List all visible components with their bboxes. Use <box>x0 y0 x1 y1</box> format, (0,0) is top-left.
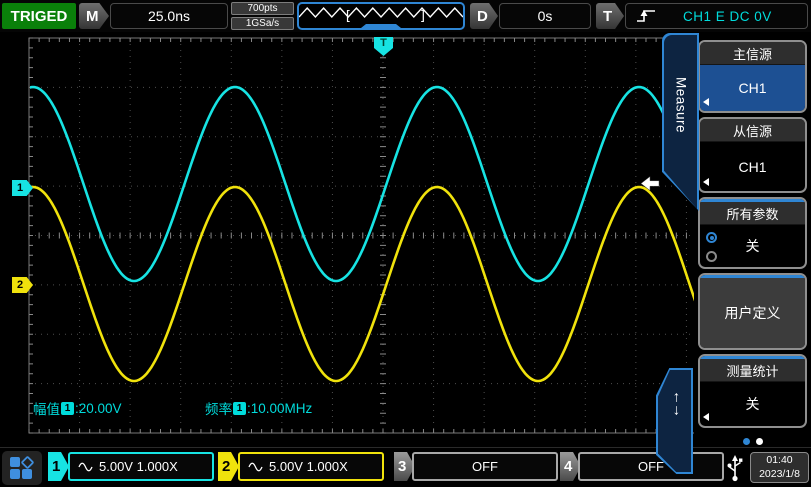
svg-text:]: ] <box>419 9 427 24</box>
measurement-amp-channel-chip: 1 <box>61 402 74 415</box>
menu-item-slave-source[interactable]: 从信源 CH1 <box>698 117 807 193</box>
menu-page-scroll-tab[interactable]: ↑ ↓ <box>656 368 693 474</box>
waveform-display-area: T 1 2 幅值 1 :20.00V 频率 1 :10.00MHz 主信源 CH… <box>0 32 811 447</box>
all-params-selected: 关 <box>746 236 760 256</box>
ac-coupling-icon <box>248 462 263 472</box>
side-menu-panel: 主信源 CH1 从信源 CH1 所有参数 <box>694 32 811 447</box>
trigger-source-text: CH1 E DC 0V <box>683 9 772 24</box>
rising-edge-icon <box>635 8 659 24</box>
main-source-selected: CH1 <box>738 80 766 96</box>
date-text: 2023/1/8 <box>759 468 800 482</box>
ch3-settings-box[interactable]: OFF <box>412 452 558 481</box>
ch2-badge[interactable]: 2 <box>218 452 239 481</box>
ch2-settings-box[interactable]: 5.00V 1.000X <box>238 452 384 481</box>
all-params-value[interactable]: 关 <box>700 225 805 267</box>
measurement-amp-value: :20.00V <box>75 401 122 416</box>
horizontal-menu-button[interactable]: M <box>79 3 109 29</box>
measurement-freq-channel-chip: 1 <box>233 402 246 415</box>
ch4-settings-box[interactable]: OFF <box>578 452 724 481</box>
slave-source-header: 从信源 <box>700 119 805 142</box>
ch1-scale-text: 5.00V 1.000X <box>99 459 178 474</box>
time-text: 01:40 <box>766 454 792 468</box>
main-source-header: 主信源 <box>700 42 805 65</box>
measure-stats-value[interactable]: 关 <box>700 382 805 426</box>
measure-tab-label: Measure <box>673 77 688 133</box>
ac-coupling-icon <box>78 462 93 472</box>
sample-rate: 1GSa/s <box>231 17 294 30</box>
delay-readout[interactable]: 0s <box>499 3 591 29</box>
measure-stats-selected: 关 <box>746 394 760 414</box>
trigger-status-badge: TRIGED <box>2 3 76 29</box>
menu-item-measure-stats[interactable]: 测量统计 关 <box>698 354 807 428</box>
horizontal-label: M <box>86 8 99 25</box>
menu-page-indicator <box>694 438 811 445</box>
ch1-settings-box[interactable]: 5.00V 1.000X <box>68 452 214 481</box>
trigger-settings-readout[interactable]: CH1 E DC 0V <box>625 3 808 29</box>
measurement-freq-value: :10.00MHz <box>247 401 312 416</box>
radio-option-off[interactable] <box>706 251 717 262</box>
ch2-scale-text: 5.00V 1.000X <box>269 459 348 474</box>
trigger-label: T <box>603 8 612 25</box>
main-source-value[interactable]: CH1 <box>700 65 805 111</box>
top-status-bar: TRIGED M 25.0ns 700pts 1GSa/s [] D 0s T … <box>0 0 811 32</box>
submenu-arrow-icon <box>703 178 709 186</box>
submenu-arrow-icon <box>703 98 709 106</box>
radio-option-on[interactable] <box>706 232 717 243</box>
user-define-button[interactable]: 用户定义 <box>700 278 805 348</box>
measurement-freq-label: 频率 <box>205 398 232 418</box>
page-dot-active <box>743 438 750 445</box>
delay-menu-button[interactable]: D <box>470 3 498 29</box>
arrow-down-icon: ↓ <box>673 404 681 417</box>
thumbnail-waveform-icon: [] <box>299 4 463 28</box>
slave-source-value[interactable]: CH1 <box>700 142 805 191</box>
usb-icon <box>726 452 744 483</box>
trigger-level-arrow-icon <box>641 176 660 191</box>
page-dot-inactive <box>756 438 763 445</box>
app-grid-icon <box>2 451 42 485</box>
tab-measure[interactable]: Measure <box>662 33 699 211</box>
home-menu-button[interactable] <box>2 451 42 485</box>
slave-source-selected: CH1 <box>738 159 766 175</box>
submenu-arrow-icon <box>703 413 709 421</box>
page-up-down-icon: ↑ ↓ <box>673 391 681 417</box>
all-params-radio-group <box>706 232 717 262</box>
acquisition-info: 700pts 1GSa/s <box>231 2 294 30</box>
waveform-position-thumbnail[interactable]: [] <box>297 2 465 30</box>
ch1-badge[interactable]: 1 <box>48 452 69 481</box>
measure-stats-header: 测量统计 <box>700 359 805 382</box>
oscilloscope-screen: TRIGED M 25.0ns 700pts 1GSa/s [] D 0s T … <box>0 0 811 487</box>
measurement-frequency: 频率 1 :10.00MHz <box>205 398 312 418</box>
menu-item-user-define[interactable]: 用户定义 <box>698 273 807 350</box>
measurement-amp-label: 幅值 <box>33 398 60 418</box>
menu-item-all-params[interactable]: 所有参数 关 <box>698 197 807 269</box>
trigger-menu-button[interactable]: T <box>596 3 624 29</box>
delay-label: D <box>477 8 488 25</box>
svg-text:[: [ <box>344 9 352 24</box>
memory-depth: 700pts <box>231 2 294 15</box>
clock-readout: 01:40 2023/1/8 <box>750 452 809 483</box>
measurement-amplitude: 幅值 1 :20.00V <box>33 398 122 418</box>
menu-item-main-source[interactable]: 主信源 CH1 <box>698 40 807 113</box>
all-params-header: 所有参数 <box>700 202 805 225</box>
timebase-readout[interactable]: 25.0ns <box>110 3 228 29</box>
